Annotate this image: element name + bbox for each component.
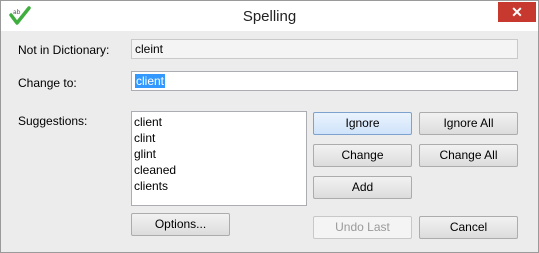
suggestions-list[interactable]: client clint glint cleaned clients xyxy=(131,111,307,206)
suggestion-item[interactable]: glint xyxy=(134,146,304,162)
add-button[interactable]: Add xyxy=(313,176,412,199)
suggestion-item[interactable]: clients xyxy=(134,178,304,194)
not-in-dictionary-label: Not in Dictionary: xyxy=(18,43,110,57)
ignore-button[interactable]: Ignore xyxy=(313,112,412,135)
change-all-button[interactable]: Change All xyxy=(419,144,518,167)
close-button[interactable]: ✕ xyxy=(498,2,536,22)
close-icon: ✕ xyxy=(511,4,523,20)
change-button[interactable]: Change xyxy=(313,144,412,167)
suggestions-label: Suggestions: xyxy=(18,114,88,128)
change-to-input[interactable]: client xyxy=(131,71,518,91)
cancel-button[interactable]: Cancel xyxy=(419,216,518,239)
suggestion-item[interactable]: cleaned xyxy=(134,162,304,178)
change-to-value: client xyxy=(135,74,166,88)
title-bar: ab Spelling ✕ xyxy=(1,1,538,31)
ignore-all-button[interactable]: Ignore All xyxy=(419,112,518,135)
change-to-label: Change to: xyxy=(18,76,77,90)
undo-last-button[interactable]: Undo Last xyxy=(313,216,412,239)
window-title: Spelling xyxy=(242,8,297,25)
options-button[interactable]: Options... xyxy=(131,213,230,236)
suggestion-item[interactable]: clint xyxy=(134,130,304,146)
suggestion-item[interactable]: client xyxy=(134,114,304,130)
not-in-dictionary-field: cleint xyxy=(131,39,518,59)
spelling-dialog: ab Spelling ✕ Not in Dictionary: cleint … xyxy=(0,0,539,253)
